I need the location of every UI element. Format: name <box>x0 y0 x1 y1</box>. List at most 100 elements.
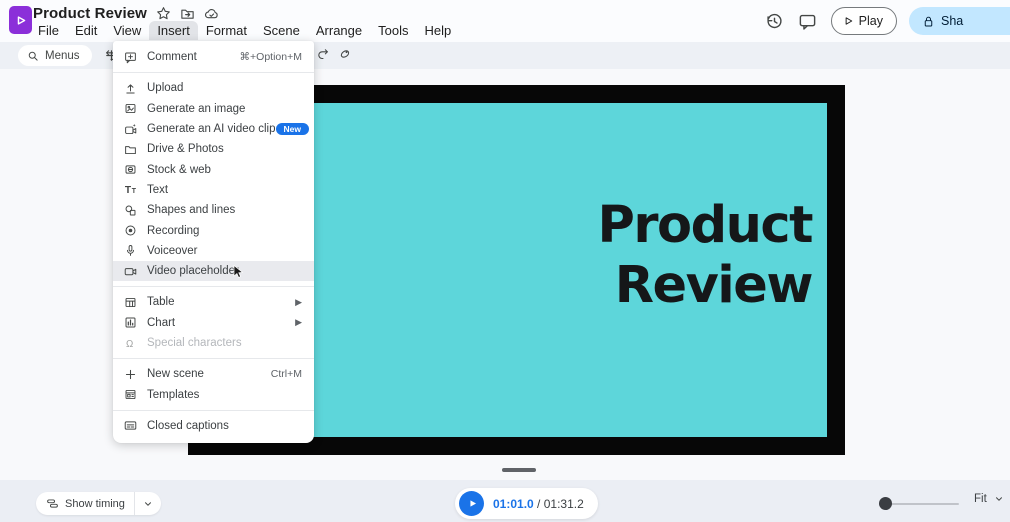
show-timing-control: Show timing <box>36 492 161 515</box>
menu-item-label: Table <box>147 296 175 309</box>
redo-icon[interactable] <box>316 47 330 61</box>
recording-icon <box>124 224 137 237</box>
comments-icon[interactable] <box>798 12 817 31</box>
show-timing-dropdown[interactable] <box>135 499 161 509</box>
ai-video-icon <box>124 123 137 136</box>
menu-item-label: Chart <box>147 316 176 329</box>
menu-item-label: Upload <box>147 82 184 95</box>
cloud-status-icon[interactable] <box>204 6 219 21</box>
menu-item-label: Stock & web <box>147 163 211 176</box>
text-icon <box>124 183 137 196</box>
bottom-bar: Show timing 01:01.0 / 01:31.2 Fit <box>0 480 1010 522</box>
submenu-arrow-icon: ▶ <box>295 317 302 328</box>
menubar-item-arrange[interactable]: Arrange <box>308 21 370 40</box>
menus-label: Menus <box>45 49 80 62</box>
share-button-label: Sha <box>941 14 964 28</box>
mouse-cursor-icon <box>233 265 244 280</box>
menubar-item-insert[interactable]: Insert <box>149 21 198 40</box>
omega-icon <box>124 337 137 350</box>
playback-time: 01:01.0 / 01:31.2 <box>493 497 584 511</box>
zoom-slider-knob[interactable] <box>879 497 892 510</box>
playback-play-button[interactable] <box>459 491 484 516</box>
move-folder-icon[interactable] <box>180 6 195 21</box>
timeline-drag-handle[interactable] <box>502 468 536 472</box>
menu-item-label: Generate an AI video clip <box>147 123 276 136</box>
menu-item-text[interactable]: Text <box>113 180 314 200</box>
keyboard-shortcut: ⌘+Option+M <box>239 51 302 64</box>
slide-title-text[interactable]: Product Review <box>597 196 814 316</box>
menu-item-label: Special characters <box>147 337 242 349</box>
paint-format-icon[interactable] <box>338 47 352 61</box>
menu-item-closed-captions[interactable]: Closed captions <box>113 416 314 436</box>
play-button[interactable]: Play <box>830 7 897 35</box>
menu-item-label: Voiceover <box>147 244 198 257</box>
menu-item-stock-web[interactable]: Stock & web <box>113 159 314 179</box>
total-time: 01:31.2 <box>543 496 584 511</box>
menu-item-label: New scene <box>147 368 204 381</box>
app-logo[interactable] <box>9 6 32 34</box>
fit-zoom-control[interactable]: Fit <box>974 493 1004 505</box>
version-history-icon[interactable] <box>765 12 784 31</box>
document-title[interactable]: Product Review <box>33 5 147 22</box>
menubar: File Edit View Insert Format Scene Arrange Tool… <box>30 21 459 40</box>
time-separator: / <box>533 496 544 511</box>
menu-item-chart[interactable]: Chart ▶ <box>113 313 314 333</box>
menu-item-label: Generate an image <box>147 102 246 115</box>
folder-icon <box>124 143 137 156</box>
logo-play-icon <box>17 15 26 25</box>
show-timing-button[interactable]: Show timing <box>36 497 134 510</box>
menu-item-generate-an-image[interactable]: Generate an image <box>113 99 314 119</box>
menu-item-drive-photos[interactable]: Drive & Photos <box>113 139 314 159</box>
stock-web-icon <box>124 163 137 176</box>
menubar-item-help[interactable]: Help <box>416 21 459 40</box>
menu-item-new-scene[interactable]: New scene Ctrl+M <box>113 364 314 384</box>
menu-item-label: Comment <box>147 51 197 64</box>
menu-item-recording[interactable]: Recording <box>113 220 314 240</box>
slide-title-line1: Product <box>597 196 814 255</box>
menubar-item-format[interactable]: Format <box>198 21 255 40</box>
menu-item-video-placeholder[interactable]: Video placeholder <box>113 260 314 282</box>
menu-item-label: Closed captions <box>147 419 229 432</box>
current-time: 01:01.0 <box>493 496 534 511</box>
shapes-icon <box>124 204 137 217</box>
mic-icon <box>124 244 137 257</box>
menu-item-label: Text <box>147 183 169 196</box>
menu-item-special-characters: Special characters <box>113 333 314 353</box>
chart-icon <box>124 316 137 329</box>
menu-item-shapes-and-lines[interactable]: Shapes and lines <box>113 200 314 220</box>
menu-item-table[interactable]: Table ▶ <box>113 292 314 312</box>
playback-control: 01:01.0 / 01:31.2 <box>455 488 598 519</box>
fit-label: Fit <box>974 493 987 505</box>
menu-item-label: Shapes and lines <box>147 204 236 217</box>
app-header: Product Review File Edit View Insert Format S… <box>0 0 1010 42</box>
share-button[interactable]: Sha <box>909 7 1010 35</box>
menu-item-label: Drive & Photos <box>147 143 224 156</box>
menu-item-templates[interactable]: Templates <box>113 384 314 404</box>
menu-item-comment[interactable]: Comment ⌘+Option+M <box>113 47 314 67</box>
insert-menu: Comment ⌘+Option+M Upload Generate an image… <box>113 41 314 444</box>
star-icon[interactable] <box>156 6 171 21</box>
zoom-slider[interactable] <box>879 497 959 510</box>
show-timing-label: Show timing <box>65 497 125 510</box>
play-filled-icon <box>467 498 478 509</box>
upload-icon <box>124 82 137 95</box>
menu-item-voiceover[interactable]: Voiceover <box>113 241 314 261</box>
menu-item-generate-an-ai-video-clip[interactable]: Generate an AI video clip New <box>113 119 314 139</box>
new-badge: New <box>275 122 309 136</box>
slide-title-line2: Review <box>614 256 814 315</box>
menus-search-button[interactable]: Menus <box>18 45 92 66</box>
menubar-item-file[interactable]: File <box>30 21 67 40</box>
templates-icon <box>124 388 137 401</box>
menubar-item-tools[interactable]: Tools <box>370 21 416 40</box>
menubar-item-edit[interactable]: Edit <box>67 21 105 40</box>
menu-item-upload[interactable]: Upload <box>113 78 314 98</box>
gen-image-icon <box>124 102 137 115</box>
table-icon <box>124 296 137 309</box>
menu-item-label: Video placeholder <box>147 265 239 278</box>
comment-add-icon <box>124 51 137 64</box>
captions-icon <box>124 419 137 432</box>
play-outline-icon <box>842 15 854 27</box>
menubar-item-view[interactable]: View <box>105 21 149 40</box>
lock-icon <box>922 15 935 28</box>
menubar-item-scene[interactable]: Scene <box>255 21 308 40</box>
